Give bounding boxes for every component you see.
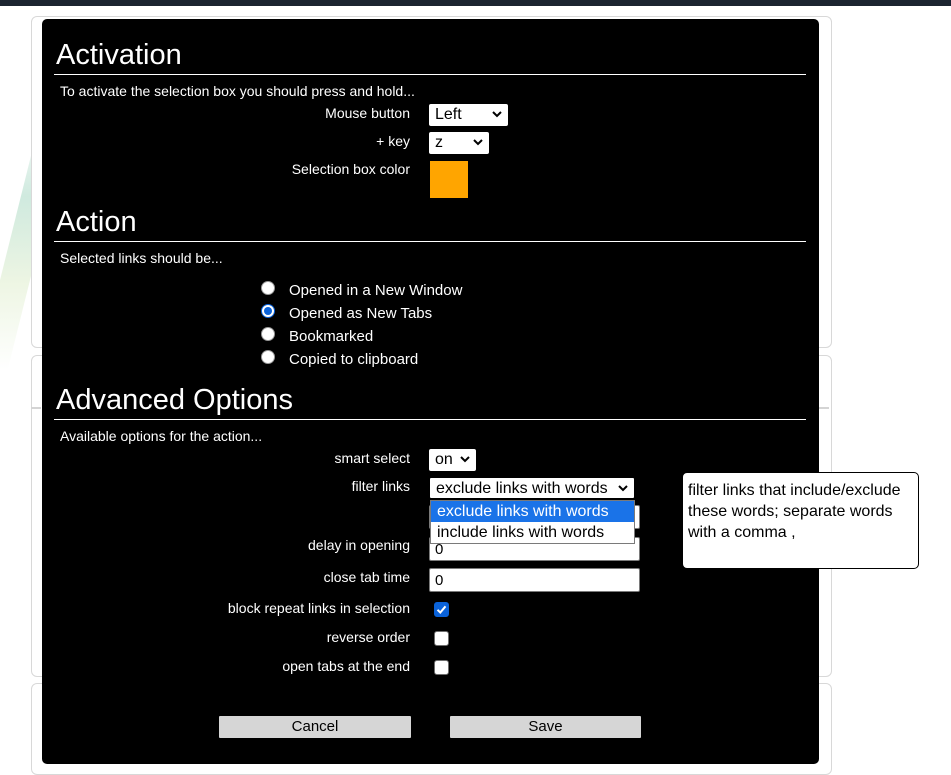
top-bar bbox=[0, 0, 951, 6]
radio-label-bookmarked: Bookmarked bbox=[289, 328, 374, 345]
filter-links-select[interactable]: exclude links with words bbox=[429, 477, 635, 499]
mouse-button-label: Mouse button bbox=[325, 105, 410, 121]
activation-divider bbox=[54, 74, 806, 75]
background-divider bbox=[31, 407, 41, 409]
block-repeat-label: block repeat links in selection bbox=[227, 600, 410, 616]
chevron-down-icon bbox=[618, 485, 628, 492]
close-tab-label: close tab time bbox=[323, 569, 410, 585]
advanced-intro: Available options for the action... bbox=[60, 428, 263, 444]
radio-clipboard[interactable] bbox=[261, 350, 275, 364]
selection-color-label: Selection box color bbox=[291, 161, 410, 177]
mouse-button-select[interactable]: Left bbox=[429, 104, 508, 126]
filter-links-value: exclude links with words bbox=[436, 480, 608, 497]
radio-label-new-tabs: Opened as New Tabs bbox=[289, 305, 433, 322]
advanced-heading: Advanced Options bbox=[56, 384, 293, 416]
options-dialog: Activation To activate the selection box… bbox=[42, 19, 819, 764]
background-divider bbox=[819, 407, 829, 409]
filter-tooltip: filter links that include/exclude these … bbox=[682, 472, 919, 569]
close-tab-input[interactable]: 0 bbox=[429, 568, 640, 592]
selection-color-swatch[interactable] bbox=[430, 161, 468, 198]
chevron-down-icon bbox=[460, 456, 470, 463]
reverse-order-label: reverse order bbox=[326, 629, 410, 645]
radio-label-new-window: Opened in a New Window bbox=[289, 282, 463, 299]
radio-bookmarked[interactable] bbox=[261, 327, 275, 341]
action-divider bbox=[54, 241, 806, 242]
chevron-down-icon bbox=[473, 139, 483, 146]
open-end-checkbox[interactable] bbox=[434, 660, 449, 675]
save-button[interactable]: Save bbox=[450, 716, 641, 738]
block-repeat-checkbox[interactable] bbox=[434, 602, 449, 617]
smart-select-value: on bbox=[435, 451, 453, 468]
cancel-button[interactable]: Cancel bbox=[219, 716, 411, 738]
radio-new-window[interactable] bbox=[261, 281, 275, 295]
radio-new-tabs[interactable] bbox=[261, 304, 275, 318]
checkmark-icon bbox=[436, 605, 447, 614]
key-value: z bbox=[435, 134, 443, 151]
action-heading: Action bbox=[56, 206, 137, 238]
delay-label: delay in opening bbox=[308, 537, 410, 553]
dropdown-option-include[interactable]: include links with words bbox=[431, 522, 634, 543]
activation-intro: To activate the selection box you should… bbox=[60, 83, 415, 99]
activation-heading: Activation bbox=[56, 39, 182, 71]
advanced-divider bbox=[54, 419, 806, 420]
filter-links-dropdown: exclude links with words include links w… bbox=[430, 500, 635, 544]
radio-label-clipboard: Copied to clipboard bbox=[289, 351, 419, 368]
key-select[interactable]: z bbox=[429, 132, 489, 154]
reverse-order-checkbox[interactable] bbox=[434, 631, 449, 646]
smart-select-select[interactable]: on bbox=[429, 449, 476, 471]
open-end-label: open tabs at the end bbox=[282, 658, 410, 674]
filter-links-label: filter links bbox=[351, 478, 410, 494]
action-intro: Selected links should be... bbox=[60, 250, 223, 266]
dropdown-option-exclude[interactable]: exclude links with words bbox=[431, 501, 634, 522]
chevron-down-icon bbox=[492, 111, 502, 118]
smart-select-label: smart select bbox=[334, 450, 410, 466]
mouse-button-value: Left bbox=[435, 106, 462, 123]
key-label: + key bbox=[376, 133, 410, 149]
